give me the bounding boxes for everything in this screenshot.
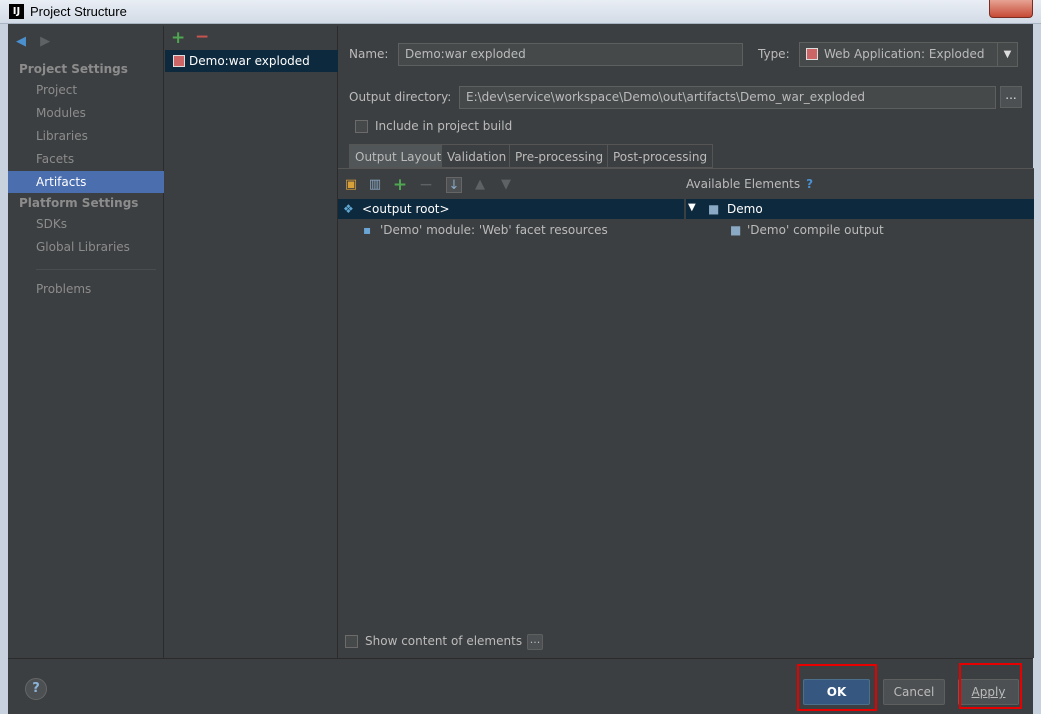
settings-nav: ◀ ▶ Project Settings Project Modules Lib… [8,26,164,658]
nav-item-global-libraries[interactable]: Global Libraries [8,236,164,258]
type-select[interactable]: Web Application: Exploded ▼ [799,42,1018,67]
module-folder-icon: ■ [708,202,720,216]
include-in-build-label: Include in project build [375,119,513,133]
include-in-build-checkbox[interactable] [355,120,368,133]
new-folder-icon[interactable]: ▣ [343,177,359,193]
artifact-list-panel: + − Demo:war exploded [165,26,338,658]
add-element-icon[interactable]: + [392,177,408,194]
show-content-label: Show content of elements [365,634,523,648]
nav-arrows: ◀ ▶ [16,34,50,49]
output-directory-field[interactable]: E:\dev\service\workspace\Demo\out\artifa… [459,86,996,109]
show-content-options-button[interactable]: ... [527,634,543,650]
demo-module-label: Demo [727,202,763,216]
archive-icon[interactable]: ▥ [367,177,383,193]
window-title: Project Structure [30,4,127,19]
web-facet-icon: ▪ [363,223,372,237]
expand-triangle-icon[interactable]: ▼ [688,202,696,213]
tab-validation[interactable]: Validation [441,144,513,168]
available-elements-label: Available Elements [686,177,801,191]
dialog-button-bar: ? OK Cancel Apply [8,658,1033,714]
war-artifact-icon [173,55,185,67]
web-facet-resources-item[interactable]: 'Demo' module: 'Web' facet resources [380,223,608,237]
type-select-value: Web Application: Exploded [824,47,985,61]
web-app-icon [806,48,818,60]
section-platform-settings: Platform Settings [19,196,139,210]
name-field[interactable]: Demo:war exploded [398,43,743,66]
nav-item-artifacts[interactable]: Artifacts [8,171,164,193]
move-down-icon[interactable]: ▼ [498,177,514,193]
browse-button[interactable]: ... [1000,86,1022,108]
tab-pre-processing[interactable]: Pre-processing [509,144,610,168]
tab-output-layout[interactable]: Output Layout [349,144,448,168]
compile-output-item[interactable]: 'Demo' compile output [747,223,884,237]
help-button[interactable]: ? [25,678,47,700]
remove-element-icon[interactable]: − [418,177,434,194]
output-root-icon: ❖ [343,202,354,216]
nav-item-libraries[interactable]: Libraries [8,125,164,147]
output-root-label: <output root> [362,202,450,216]
nav-item-problems[interactable]: Problems [8,278,164,300]
remove-artifact-icon[interactable]: − [195,27,209,47]
show-content-checkbox[interactable] [345,635,358,648]
nav-item-project[interactable]: Project [8,79,164,101]
type-label: Type: [758,47,790,61]
output-layout-panel: ▣ ▥ + − ↓ ▲ ▼ Available Elements? ❖ <out… [338,168,1034,658]
help-icon[interactable]: ? [806,177,813,191]
move-up-icon[interactable]: ▲ [472,177,488,193]
compile-output-folder-icon: ■ [730,223,742,237]
artifact-name: Demo:war exploded [189,54,310,68]
artifact-list-item[interactable]: Demo:war exploded [165,50,338,72]
section-project-settings: Project Settings [19,62,128,76]
chevron-down-icon[interactable]: ▼ [997,43,1017,66]
tab-post-processing[interactable]: Post-processing [607,144,714,168]
cancel-button[interactable]: Cancel [883,679,945,705]
close-window-button[interactable] [989,0,1033,18]
name-label: Name: [349,47,389,61]
add-artifact-icon[interactable]: + [171,28,185,48]
apply-highlight-box [959,663,1022,709]
sort-icon[interactable]: ↓ [446,177,462,193]
ok-highlight-box [797,664,877,711]
window-frame-left [0,24,8,714]
back-arrow-icon[interactable]: ◀ [16,34,26,49]
available-elements-header: Available Elements? [686,177,813,191]
output-directory-label: Output directory: [349,90,452,104]
nav-item-sdks[interactable]: SDKs [8,213,164,235]
window-frame-right [1033,24,1041,714]
nav-divider [36,269,156,270]
intellij-icon: IJ [9,4,24,19]
nav-item-modules[interactable]: Modules [8,102,164,124]
title-bar: IJ Project Structure [0,0,1041,24]
forward-arrow-icon[interactable]: ▶ [40,34,50,49]
nav-item-facets[interactable]: Facets [8,148,164,170]
